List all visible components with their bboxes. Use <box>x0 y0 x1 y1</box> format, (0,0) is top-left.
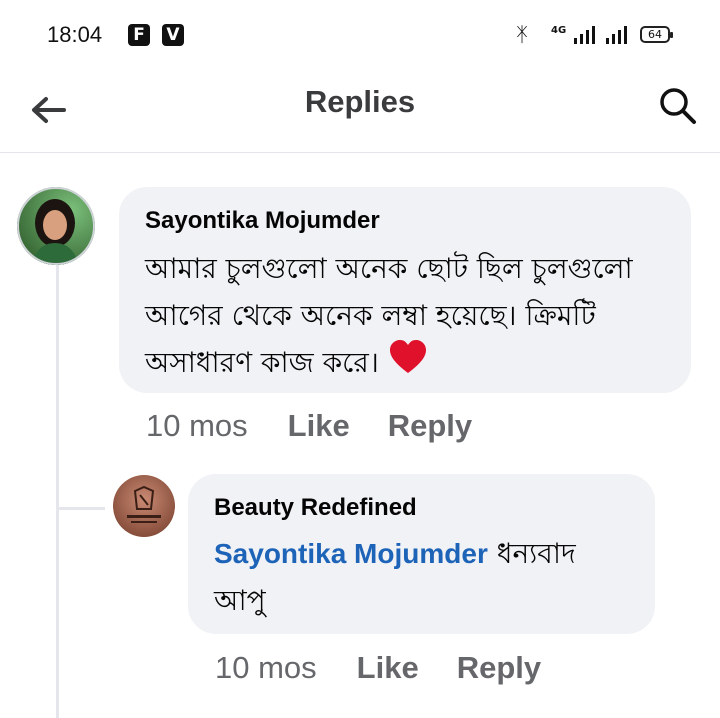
comment-bubble: Sayontika Mojumder আমার চুলগুলো অনেক ছোট… <box>119 187 691 393</box>
reply-like-button[interactable]: Like <box>357 650 419 686</box>
reply-text-block: Sayontika Mojumder ধন্যবাদ আপু <box>214 530 634 624</box>
facebook-notification-icon: F <box>128 24 150 46</box>
status-time: 18:04 <box>47 22 103 47</box>
viber-notification-icon: V <box>162 24 184 46</box>
page-title: Replies <box>304 84 416 119</box>
status-bar: 18:04 F V ᛡ 4G 64 <box>0 0 720 70</box>
header: Replies <box>0 70 720 153</box>
reply-author[interactable]: Beauty Redefined <box>214 494 417 522</box>
signal-icon-2 <box>606 26 627 44</box>
reply-actions: 10 mos Like Reply <box>215 650 579 686</box>
like-button[interactable]: Like <box>288 408 350 444</box>
search-icon[interactable] <box>656 84 700 128</box>
comment-actions: 10 mos Like Reply <box>146 408 510 444</box>
heart-icon <box>388 339 428 389</box>
avatar[interactable] <box>17 187 95 265</box>
reply-timestamp: 10 mos <box>215 650 317 685</box>
thread-line <box>56 265 59 718</box>
reply-button[interactable]: Reply <box>388 408 472 444</box>
battery-icon: 64 <box>640 26 673 43</box>
network-type: 4G <box>551 25 567 36</box>
mention-link[interactable]: Sayontika Mojumder <box>214 538 488 569</box>
reply-bubble: Beauty Redefined Sayontika Mojumder ধন্য… <box>188 474 655 634</box>
signal-icon <box>574 26 595 44</box>
comment-timestamp: 10 mos <box>146 408 248 443</box>
comment-text-block: আমার চুলগুলো অনেক ছোট ছিল চুলগুলো আগের থ… <box>145 245 675 389</box>
reply-avatar[interactable] <box>113 475 175 537</box>
reply-reply-button[interactable]: Reply <box>457 650 541 686</box>
bluetooth-icon: ᛡ <box>516 22 528 46</box>
thread-branch-line <box>59 507 105 510</box>
comment-author[interactable]: Sayontika Mojumder <box>145 207 380 235</box>
